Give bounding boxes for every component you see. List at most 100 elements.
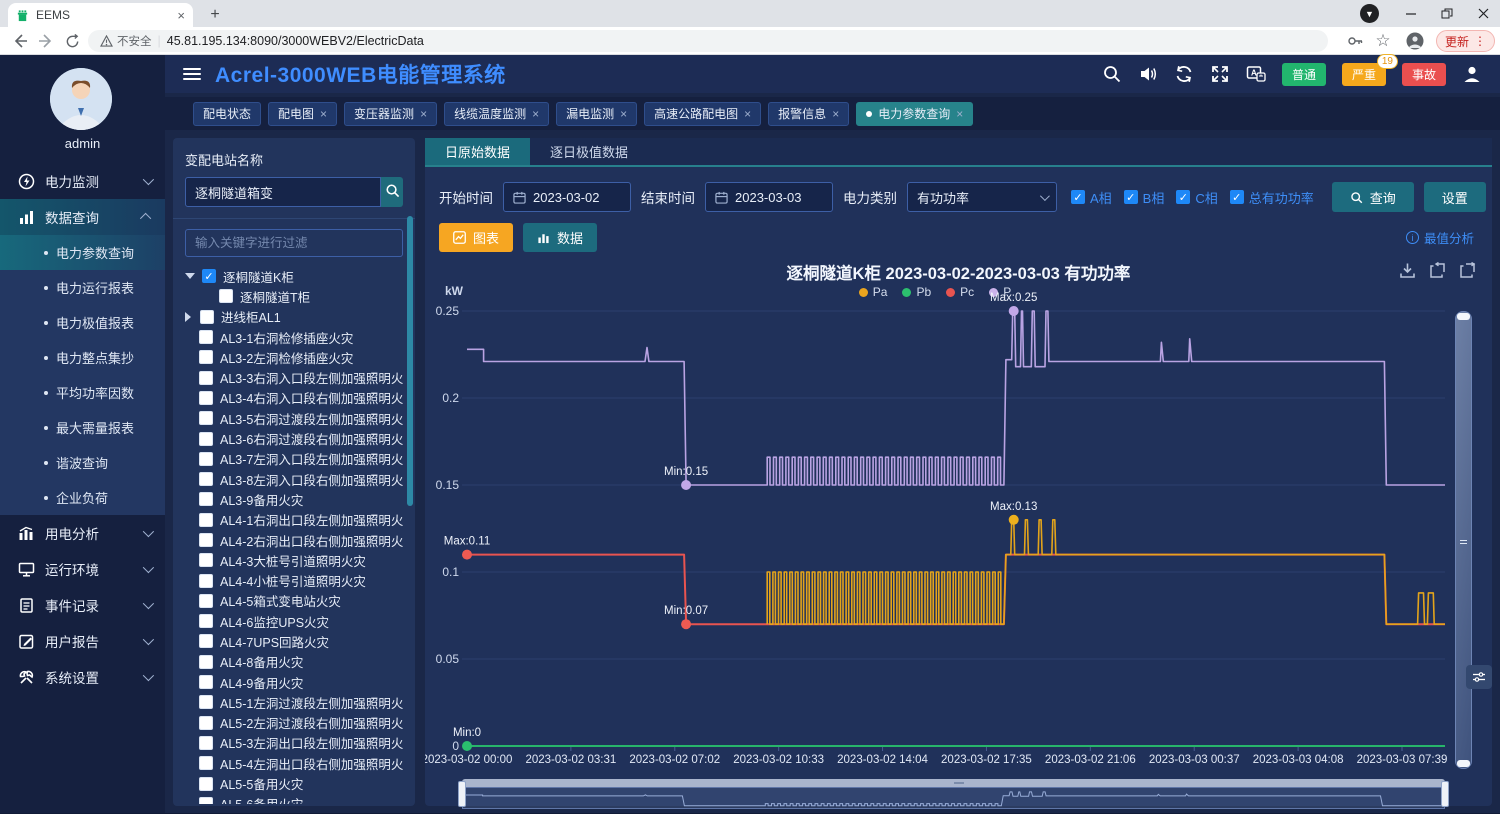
tree-checkbox[interactable]: ✓: [202, 269, 216, 283]
open-tab-chip[interactable]: 配电状态: [193, 102, 261, 126]
window-restore-button[interactable]: [1430, 0, 1464, 27]
browser-tab[interactable]: EEMS ×: [8, 3, 193, 27]
tree-item[interactable]: AL5-4左洞出口段右侧加强照明火灾: [185, 753, 403, 773]
tree-item[interactable]: ✓逐桐隧道K柜: [185, 266, 403, 286]
menu-toggle-icon[interactable]: [183, 65, 201, 83]
fullscreen-icon[interactable]: [1210, 64, 1230, 84]
sidebar-item-5[interactable]: 事件记录: [0, 587, 165, 623]
tree-item[interactable]: AL4-2右洞出口段右侧加强照明火灾: [185, 530, 403, 550]
translate-icon[interactable]: A: [1246, 64, 1266, 84]
tree-item[interactable]: AL3-7左洞入口段左侧加强照明火灾: [185, 449, 403, 469]
tree-checkbox[interactable]: [199, 716, 213, 730]
tree-checkbox[interactable]: [219, 289, 233, 303]
tree-item[interactable]: AL4-8备用火灾: [185, 652, 403, 672]
tree-checkbox[interactable]: [199, 614, 213, 628]
tree-item[interactable]: AL4-1右洞出口段左侧加强照明火灾: [185, 510, 403, 530]
tree-filter-input[interactable]: [185, 229, 403, 257]
sound-icon[interactable]: [1138, 64, 1158, 84]
hzoom-left-handle[interactable]: [458, 781, 466, 807]
chart-view-button[interactable]: 图表: [439, 223, 513, 252]
tree-checkbox[interactable]: [199, 574, 213, 588]
vzoom-top-handle[interactable]: [1457, 313, 1470, 320]
alarm-severe-badge[interactable]: 严重19: [1342, 63, 1386, 86]
forward-icon[interactable]: [36, 31, 56, 51]
browser-status-icon[interactable]: ▼: [1360, 4, 1379, 23]
tree-item[interactable]: 逐桐隧道T柜: [185, 286, 403, 306]
tree-item[interactable]: AL5-2左洞过渡段右侧加强照明火灾: [185, 713, 403, 733]
tree-item[interactable]: AL4-5箱式变电站火灾: [185, 591, 403, 611]
data-view-button[interactable]: 数据: [523, 223, 597, 252]
sidebar-subitem[interactable]: 谐波查询: [0, 445, 165, 480]
tree-item[interactable]: AL4-9备用火灾: [185, 672, 403, 692]
tree-item[interactable]: AL3-5右洞过渡段左侧加强照明火灾: [185, 408, 403, 428]
tree-checkbox[interactable]: [199, 371, 213, 385]
new-tab-button[interactable]: +: [205, 5, 225, 25]
tree-checkbox[interactable]: [199, 492, 213, 506]
sidebar-subitem[interactable]: 平均功率因数: [0, 375, 165, 410]
checkbox-icon[interactable]: ✓: [1071, 190, 1085, 204]
open-tab-chip[interactable]: 报警信息×: [768, 102, 849, 126]
station-input[interactable]: [185, 177, 381, 207]
phase-checkbox[interactable]: ✓A相: [1071, 188, 1112, 207]
tree-item[interactable]: AL3-8左洞入口段右侧加强照明火灾: [185, 469, 403, 489]
tree-item[interactable]: AL5-6备用火灾: [185, 794, 403, 804]
checkbox-icon[interactable]: ✓: [1230, 190, 1244, 204]
query-button[interactable]: 查询: [1332, 182, 1414, 212]
tree-item[interactable]: AL3-9备用火灾: [185, 489, 403, 509]
sidebar-subitem[interactable]: 电力极值报表: [0, 305, 165, 340]
tab-close-icon[interactable]: ×: [532, 107, 539, 121]
end-date-input[interactable]: 2023-03-03: [705, 182, 833, 212]
horizontal-datazoom-slider[interactable]: [462, 779, 1445, 809]
datazoom-settings-button[interactable]: [1466, 665, 1492, 689]
alarm-accident-badge[interactable]: 事故: [1402, 63, 1446, 86]
password-key-icon[interactable]: [1345, 31, 1365, 51]
tree-item[interactable]: AL5-3左洞出口段左侧加强照明火灾: [185, 733, 403, 753]
tree-item[interactable]: AL5-5备用火灾: [185, 773, 403, 793]
reload-icon[interactable]: [62, 31, 82, 51]
settings-button[interactable]: 设置: [1424, 182, 1486, 212]
caret-down-icon[interactable]: [185, 273, 195, 279]
tree-item[interactable]: AL4-3大桩号引道照明火灾: [185, 550, 403, 570]
tree-item[interactable]: 进线柜AL1: [185, 307, 403, 327]
back-icon[interactable]: [10, 31, 30, 51]
max-analysis-link[interactable]: i 最值分析: [1406, 228, 1474, 247]
tree-checkbox[interactable]: [200, 310, 214, 324]
tree-checkbox[interactable]: [199, 756, 213, 770]
sidebar-subitem[interactable]: 企业负荷: [0, 480, 165, 515]
tab-close-icon[interactable]: ×: [420, 107, 427, 121]
vzoom-bottom-handle[interactable]: [1457, 760, 1470, 767]
vertical-datazoom-slider[interactable]: [1455, 311, 1472, 769]
window-close-button[interactable]: [1466, 0, 1500, 27]
tab-close-icon[interactable]: ×: [620, 107, 627, 121]
refresh-icon[interactable]: [1174, 64, 1194, 84]
tab-close-icon[interactable]: ×: [320, 107, 327, 121]
tree-item[interactable]: AL4-6监控UPS火灾: [185, 611, 403, 631]
tree-item[interactable]: AL3-3右洞入口段左侧加强照明火灾: [185, 367, 403, 387]
tree-checkbox[interactable]: [199, 472, 213, 486]
tree-item[interactable]: AL3-1右洞检修插座火灾: [185, 327, 403, 347]
sidebar-item-7[interactable]: 系统设置: [0, 659, 165, 695]
sidebar-subitem[interactable]: 最大需量报表: [0, 410, 165, 445]
tree-item[interactable]: AL3-2左洞检修插座火灾: [185, 347, 403, 367]
checkbox-icon[interactable]: ✓: [1124, 190, 1138, 204]
tree-item[interactable]: AL4-7UPS回路火灾: [185, 631, 403, 651]
tree-checkbox[interactable]: [199, 513, 213, 527]
tree-checkbox[interactable]: [199, 695, 213, 709]
sidebar-item-4[interactable]: 运行环境: [0, 551, 165, 587]
phase-checkbox[interactable]: ✓总有功功率: [1230, 188, 1314, 207]
sidebar-item-1[interactable]: 电力监测: [0, 163, 165, 199]
tab-close-icon[interactable]: ×: [177, 9, 185, 22]
phase-checkbox[interactable]: ✓B相: [1124, 188, 1165, 207]
tree-checkbox[interactable]: [199, 655, 213, 669]
url-bar[interactable]: 不安全 | 45.81.195.134:8090/3000WEBV2/Elect…: [88, 30, 1328, 52]
tree-checkbox[interactable]: [199, 330, 213, 344]
tab-close-icon[interactable]: ×: [744, 107, 751, 121]
start-date-input[interactable]: 2023-03-02: [503, 182, 631, 212]
tree-checkbox[interactable]: [199, 675, 213, 689]
tree-checkbox[interactable]: [199, 777, 213, 791]
tab-close-icon[interactable]: ×: [956, 107, 963, 121]
tree-item[interactable]: AL4-4小桩号引道照明火灾: [185, 570, 403, 590]
tree-checkbox[interactable]: [199, 736, 213, 750]
tree-item[interactable]: AL3-6右洞过渡段右侧加强照明火灾: [185, 428, 403, 448]
window-minimize-button[interactable]: [1394, 0, 1428, 27]
